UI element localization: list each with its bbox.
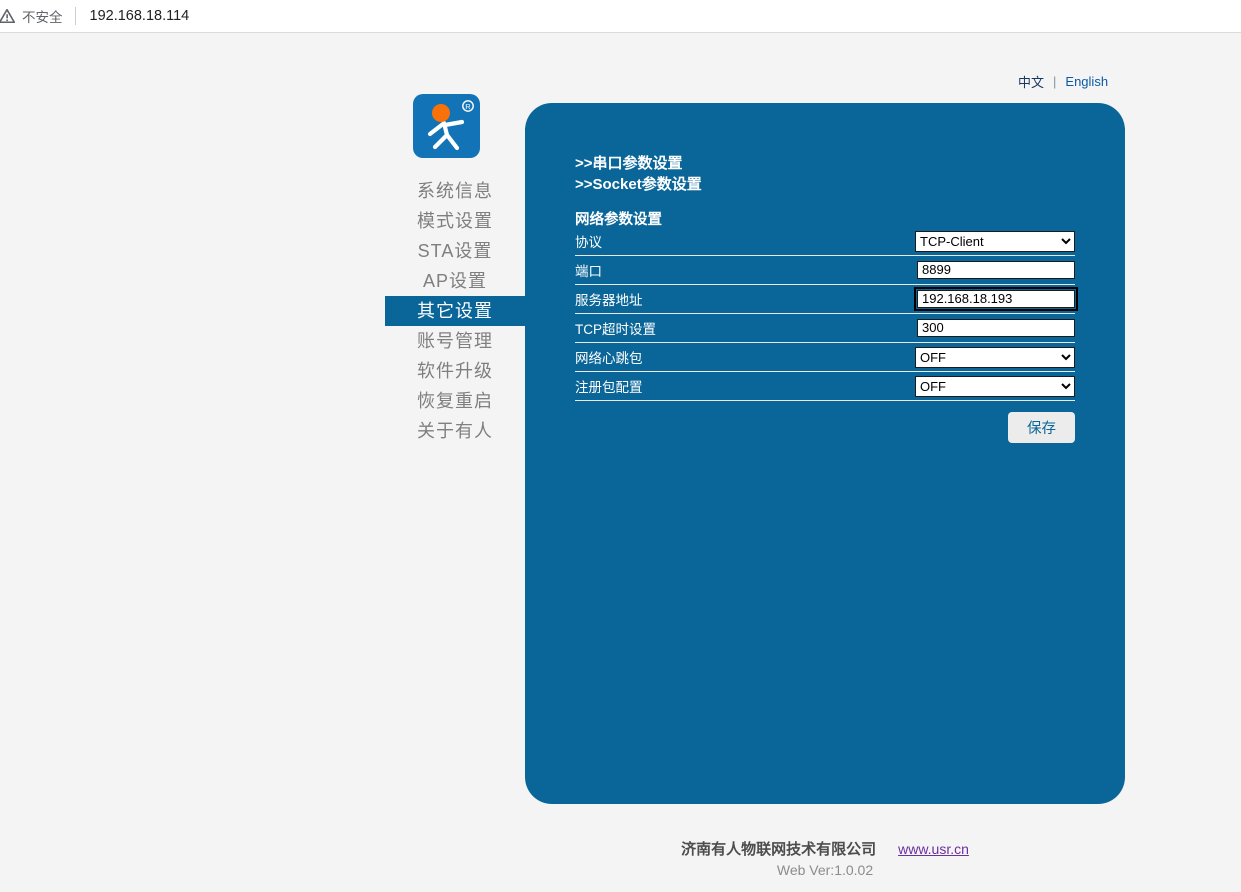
- save-button[interactable]: 保存: [1008, 412, 1075, 443]
- port-input[interactable]: [917, 260, 1075, 279]
- sidebar-menu: 系统信息 模式设置 STA设置 AP设置 其它设置 账号管理 软件升级 恢复重启…: [385, 176, 525, 446]
- field-row-port: 端口: [575, 256, 1075, 285]
- protocol-label: 协议: [575, 235, 602, 250]
- tcp-timeout-input[interactable]: [917, 318, 1075, 337]
- field-row-heartbeat: 网络心跳包 OFF: [575, 343, 1075, 372]
- sidebar-item-system-info[interactable]: 系统信息: [385, 176, 525, 206]
- port-label: 端口: [575, 264, 602, 279]
- register-packet-select[interactable]: OFF: [915, 375, 1075, 397]
- language-link-chinese[interactable]: 中文: [1018, 72, 1044, 91]
- sidebar-item-ap-settings[interactable]: AP设置: [385, 266, 525, 296]
- language-switch: 中文 | English: [1018, 72, 1108, 91]
- heartbeat-label: 网络心跳包: [575, 351, 643, 366]
- field-row-register-packet: 注册包配置 OFF: [575, 372, 1075, 401]
- link-serial-param-settings[interactable]: >>串口参数设置: [575, 153, 1075, 174]
- sidebar-item-firmware-upgrade[interactable]: 软件升级: [385, 356, 525, 386]
- server-address-label: 服务器地址: [575, 293, 643, 308]
- browser-address-bar: 不安全 192.168.18.114: [0, 0, 1241, 33]
- register-packet-label: 注册包配置: [575, 380, 643, 395]
- footer-company-name: 济南有人物联网技术有限公司: [681, 841, 877, 858]
- usr-logo-icon: R: [413, 94, 480, 158]
- sidebar-item-account-management[interactable]: 账号管理: [385, 326, 525, 356]
- usr-logo: R: [413, 94, 480, 158]
- security-warning-chip[interactable]: 不安全: [0, 6, 63, 26]
- sidebar-item-restore-restart[interactable]: 恢复重启: [385, 386, 525, 416]
- field-row-protocol: 协议 TCP-Client: [575, 227, 1075, 256]
- protocol-select[interactable]: TCP-Client: [915, 230, 1075, 252]
- footer-website-link[interactable]: www.usr.cn: [898, 841, 969, 857]
- heartbeat-select[interactable]: OFF: [915, 346, 1075, 368]
- security-warning-label: 不安全: [22, 10, 63, 25]
- save-row: 保存: [575, 412, 1075, 443]
- svg-text:R: R: [465, 102, 471, 111]
- language-link-english[interactable]: English: [1065, 74, 1108, 89]
- warning-triangle-icon: [0, 9, 15, 23]
- sidebar-item-about-usr[interactable]: 关于有人: [385, 416, 525, 446]
- sidebar-item-other-settings[interactable]: 其它设置: [385, 296, 525, 326]
- language-divider: |: [1053, 74, 1057, 89]
- settings-panel: >>串口参数设置 >>Socket参数设置 网络参数设置 协议 TCP-Clie…: [525, 103, 1125, 804]
- address-bar-divider: [74, 7, 76, 25]
- page-footer: 济南有人物联网技术有限公司 www.usr.cn Web Ver:1.0.02: [525, 838, 1125, 878]
- section-title-network-params: 网络参数设置: [575, 212, 662, 228]
- server-address-input[interactable]: [914, 286, 1078, 311]
- link-socket-param-settings[interactable]: >>Socket参数设置: [575, 174, 1075, 195]
- field-row-tcp-timeout: TCP超时设置: [575, 314, 1075, 343]
- field-row-server-address: 服务器地址: [575, 285, 1078, 314]
- sidebar-item-mode-settings[interactable]: 模式设置: [385, 206, 525, 236]
- url-field[interactable]: 192.168.18.114: [90, 8, 190, 24]
- footer-web-version: Web Ver:1.0.02: [776, 862, 874, 878]
- sidebar-item-sta-settings[interactable]: STA设置: [385, 236, 525, 266]
- tcp-timeout-label: TCP超时设置: [575, 322, 656, 337]
